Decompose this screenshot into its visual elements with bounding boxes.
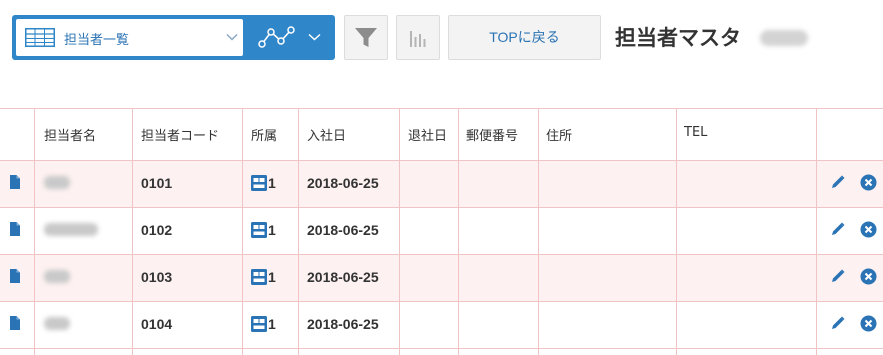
close-circle-icon[interactable]: [860, 174, 877, 191]
column-header-hire-date[interactable]: 入社日: [307, 125, 346, 144]
column-divider: [298, 109, 299, 355]
dept-card-icon[interactable]: [251, 175, 267, 191]
column-divider: [538, 109, 539, 355]
staff-table: 担当者名 担当者コード 所属 入社日 退社日 郵便番号 住所 TEL 0101 …: [0, 108, 883, 355]
column-header-retire-date[interactable]: 退社日: [408, 125, 447, 144]
column-divider: [399, 109, 400, 355]
department-count: 1: [268, 175, 276, 191]
pencil-icon[interactable]: [830, 268, 846, 284]
line-graph-icon: [258, 26, 295, 48]
staff-code: 0101: [141, 175, 173, 191]
redacted-title-suffix: [760, 30, 808, 46]
column-header-address[interactable]: 住所: [546, 125, 572, 144]
graph-view-button[interactable]: [249, 15, 335, 60]
view-selector-field[interactable]: 担当者一覧: [16, 19, 243, 56]
close-circle-icon[interactable]: [860, 221, 877, 238]
column-divider: [242, 109, 243, 355]
column-header-code[interactable]: 担当者コード: [141, 125, 219, 144]
pencil-icon[interactable]: [830, 174, 846, 190]
filter-button[interactable]: [344, 15, 388, 60]
staff-code: 0103: [141, 269, 173, 285]
pencil-icon[interactable]: [830, 221, 846, 237]
document-icon[interactable]: [10, 269, 20, 283]
redacted-staff-name: [44, 270, 70, 283]
view-selector-dropdown[interactable]: 担当者一覧: [12, 15, 249, 60]
toolbar: 担当者一覧 TOPに戻る 担当者マスタ: [0, 0, 883, 108]
department-count: 1: [268, 222, 276, 238]
bar-chart-icon: [410, 31, 426, 47]
document-icon[interactable]: [10, 175, 20, 189]
hire-date: 2018-06-25: [307, 269, 379, 285]
pencil-icon[interactable]: [830, 315, 846, 331]
hire-date: 2018-06-25: [307, 316, 379, 332]
department-count: 1: [268, 316, 276, 332]
column-divider: [132, 109, 133, 355]
dept-card-icon[interactable]: [251, 316, 267, 332]
redacted-staff-name: [44, 176, 70, 189]
chart-button[interactable]: [396, 15, 440, 60]
close-circle-icon[interactable]: [860, 268, 877, 285]
funnel-icon: [355, 28, 377, 47]
column-header-tel[interactable]: TEL: [684, 125, 707, 140]
staff-code: 0104: [141, 316, 173, 332]
back-to-top-button[interactable]: TOPに戻る: [448, 15, 601, 60]
hire-date: 2018-06-25: [307, 222, 379, 238]
column-divider: [816, 109, 817, 355]
page-title: 担当者マスタ: [615, 26, 741, 50]
column-divider: [458, 109, 459, 355]
chevron-down-icon: [308, 33, 321, 41]
dept-card-icon[interactable]: [251, 222, 267, 238]
column-divider: [676, 109, 677, 355]
hire-date: 2018-06-25: [307, 175, 379, 191]
staff-code: 0102: [141, 222, 173, 238]
redacted-staff-name: [44, 317, 70, 330]
column-header-department[interactable]: 所属: [251, 125, 277, 144]
chevron-down-icon: [226, 33, 238, 41]
redacted-staff-name: [44, 223, 98, 236]
view-selector-label: 担当者一覧: [64, 33, 130, 48]
document-icon[interactable]: [10, 316, 20, 330]
column-header-postal-code[interactable]: 郵便番号: [466, 125, 518, 144]
column-divider: [34, 109, 35, 355]
department-count: 1: [268, 269, 276, 285]
dept-card-icon[interactable]: [251, 269, 267, 285]
table-icon: [25, 28, 55, 47]
document-icon[interactable]: [10, 222, 20, 236]
column-header-name[interactable]: 担当者名: [44, 125, 96, 144]
close-circle-icon[interactable]: [860, 315, 877, 332]
